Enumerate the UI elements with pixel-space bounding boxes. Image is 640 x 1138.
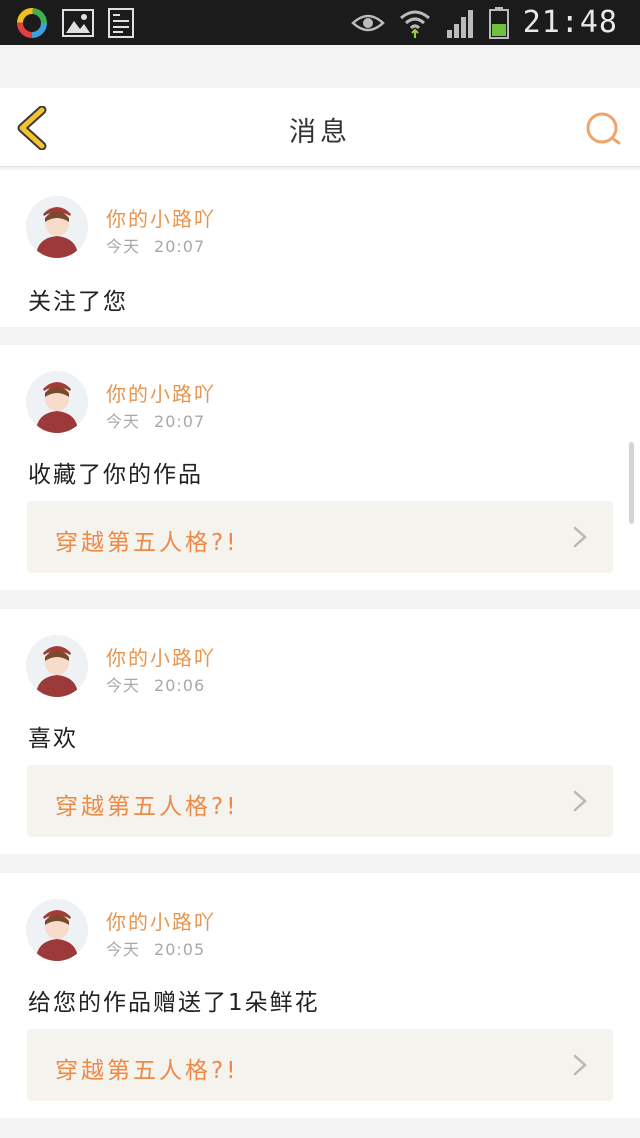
status-bar-left [16,7,134,39]
scrollbar[interactable] [629,442,634,524]
avatar[interactable] [26,899,88,961]
timestamp: 今天 20:05 [106,936,205,960]
status-bar: 21:48 [0,0,640,45]
avatar[interactable] [26,196,88,258]
app-ring-icon [16,7,48,39]
status-bar-right: 21:48 [350,5,618,40]
message-card: 你的小路吖 今天 20:07 收藏了你的作品 穿越第五人格?! [0,345,640,590]
timestamp-time: 20:06 [154,676,206,695]
timestamp-time: 20:07 [154,237,206,256]
timestamp-time: 20:05 [154,940,206,959]
wifi-icon [399,8,431,38]
timestamp-time: 20:07 [154,412,206,431]
action-text: 喜欢 [28,726,78,752]
username[interactable]: 你的小路吖 [106,906,216,935]
timestamp: 今天 20:06 [106,672,205,696]
search-button[interactable] [584,110,624,150]
timestamp-day: 今天 [106,940,141,959]
work-title: 穿越第五人格?! [55,794,239,820]
message-card: 你的小路吖 今天 20:07 关注了您 [0,170,640,327]
action-text: 关注了您 [28,289,128,315]
avatar[interactable] [26,371,88,433]
eye-icon [350,11,385,35]
timestamp-day: 今天 [106,676,141,695]
battery-icon [488,6,509,39]
timestamp-day: 今天 [106,412,141,431]
action-text: 给您的作品赠送了1朵鲜花 [28,990,320,1016]
timestamp: 今天 20:07 [106,233,205,257]
chevron-right-icon [573,526,587,548]
work-link[interactable]: 穿越第五人格?! [27,501,613,573]
chevron-right-icon [573,1054,587,1076]
top-nav-bar: 消息 [0,88,640,167]
clock: 21:48 [522,5,618,40]
work-link[interactable]: 穿越第五人格?! [27,765,613,837]
signal-icon [445,8,475,38]
stock-app-icon [108,8,134,38]
timestamp-day: 今天 [106,237,141,256]
work-title: 穿越第五人格?! [55,530,239,556]
work-title: 穿越第五人格?! [55,1058,239,1084]
avatar[interactable] [26,635,88,697]
message-card: 你的小路吖 今天 20:05 给您的作品赠送了1朵鲜花 穿越第五人格?! [0,873,640,1118]
gallery-icon [62,9,94,37]
search-icon [586,112,621,145]
work-link[interactable]: 穿越第五人格?! [27,1029,613,1101]
username[interactable]: 你的小路吖 [106,642,216,671]
action-text: 收藏了你的作品 [28,462,203,488]
username[interactable]: 你的小路吖 [106,203,216,232]
username[interactable]: 你的小路吖 [106,378,216,407]
chevron-right-icon [573,790,587,812]
message-card: 你的小路吖 今天 20:06 喜欢 穿越第五人格?! [0,609,640,854]
page-title: 消息 [289,117,351,148]
timestamp: 今天 20:07 [106,408,205,432]
